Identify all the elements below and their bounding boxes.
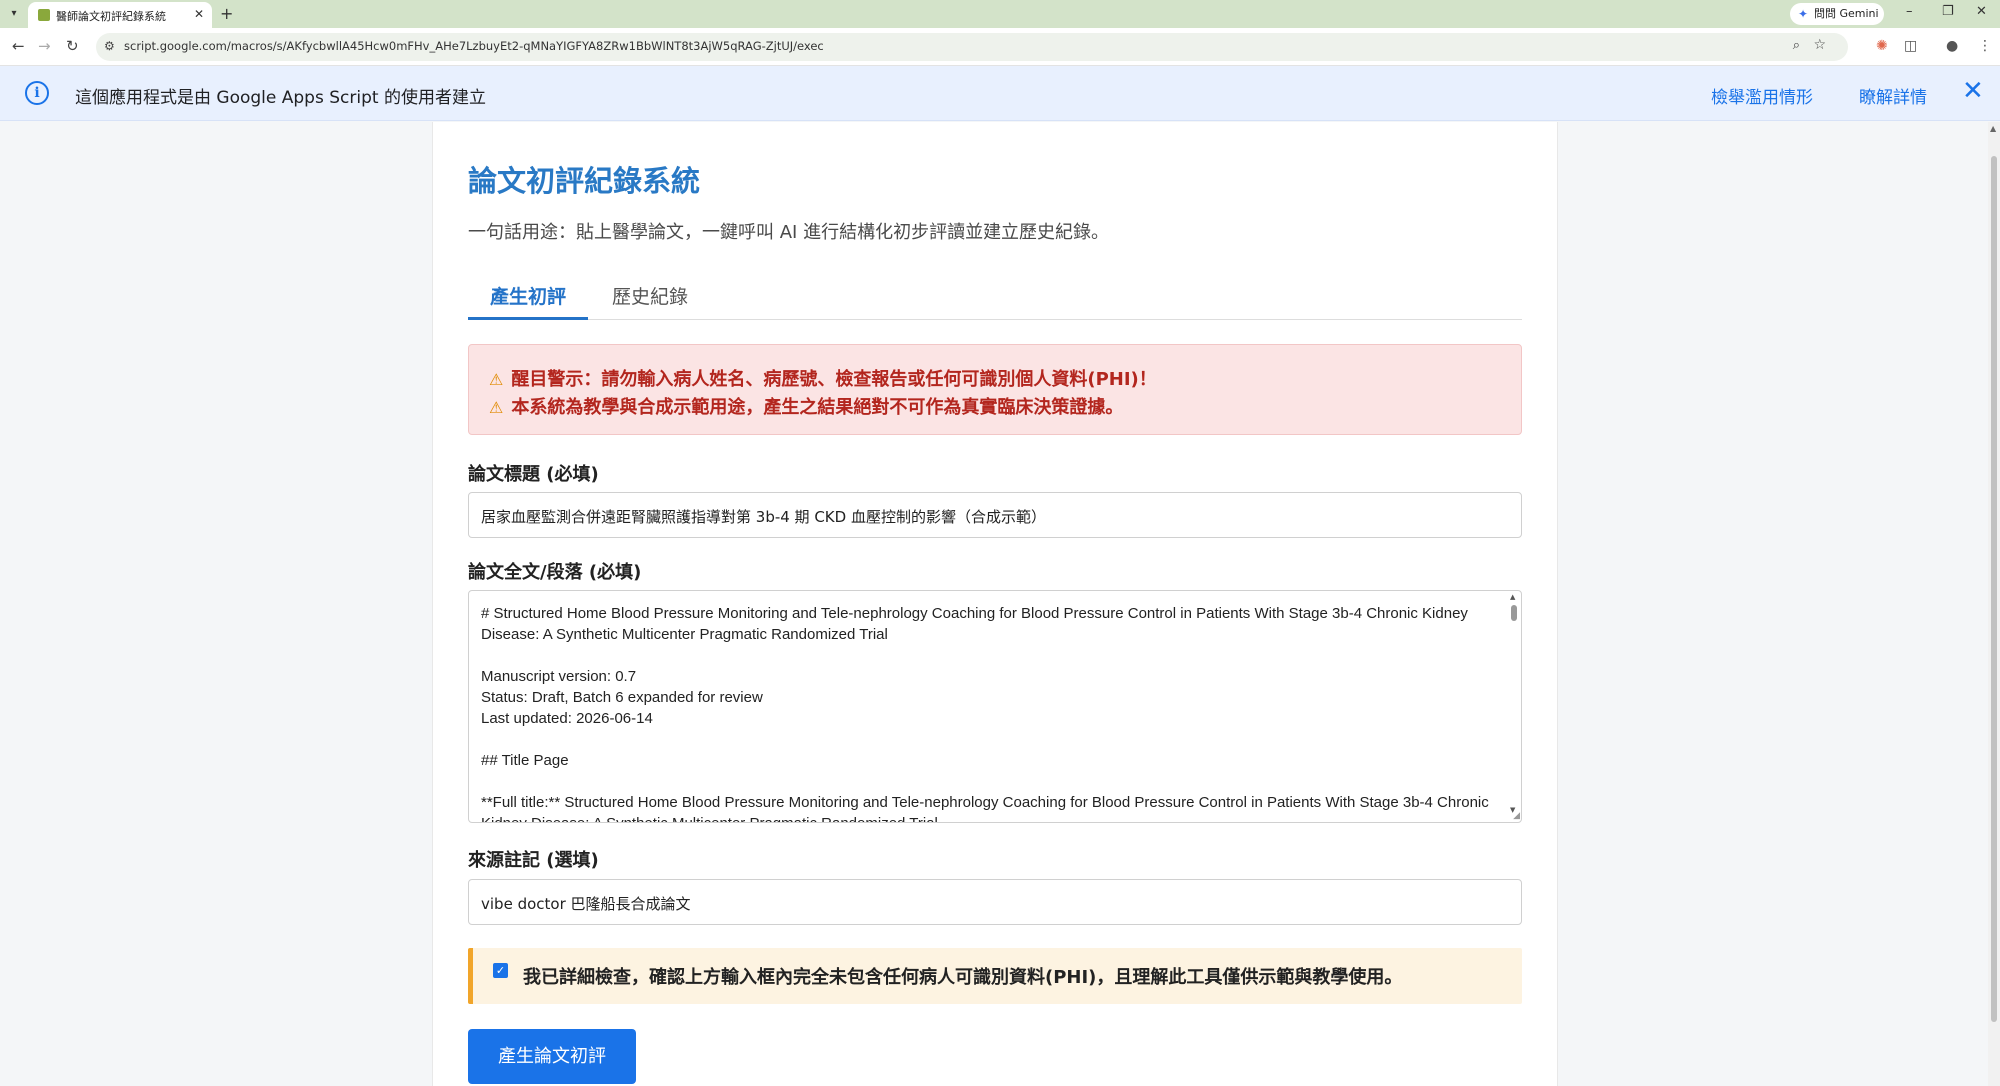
reload-icon[interactable]: ↻ bbox=[66, 37, 79, 55]
paper-body-textarea[interactable]: # Structured Home Blood Pressure Monitor… bbox=[468, 590, 1522, 823]
zoom-icon[interactable]: ⌕ bbox=[1793, 38, 1800, 53]
alert-line-text: 本系統為教學與合成示範用途，產生之結果絕對不可作為真實臨床決策證據。 bbox=[511, 397, 1124, 418]
forward-icon[interactable]: → bbox=[38, 37, 51, 55]
textarea-scrollbar[interactable]: ▲ ▼ bbox=[1509, 593, 1519, 820]
paper-title-input[interactable]: 居家血壓監測合併遠距腎臟照護指導對第 3b-4 期 CKD 血壓控制的影響（合成… bbox=[468, 492, 1522, 538]
browser-tab-strip: ▾ 醫師論文初評紀錄系統 ✕ + ✦ 問問 Gemini – ❐ ✕ bbox=[0, 0, 2000, 28]
page-tabs: 產生初評 歷史紀錄 bbox=[468, 272, 1522, 320]
address-url[interactable]: script.google.com/macros/s/AKfycbwllA45H… bbox=[124, 39, 824, 53]
report-abuse-link[interactable]: 檢舉濫用情形 bbox=[1711, 83, 1813, 108]
info-icon: i bbox=[25, 81, 49, 105]
restore-icon[interactable]: ❐ bbox=[1942, 4, 1954, 19]
profile-icon[interactable]: ● bbox=[1946, 38, 1958, 54]
page-scrollbar[interactable]: ▲ bbox=[1988, 122, 2000, 1086]
scroll-up-icon[interactable]: ▲ bbox=[1990, 124, 1996, 133]
gemini-spark-icon: ✦ bbox=[1798, 7, 1809, 21]
generate-review-button[interactable]: 產生論文初評 bbox=[468, 1029, 636, 1084]
phi-warning-alert: ⚠ 醒目警示：請勿輸入病人姓名、病歷號、檢查報告或任何可識別個人資料(PHI)！ … bbox=[468, 344, 1522, 435]
close-tab-icon[interactable]: ✕ bbox=[194, 7, 204, 21]
extension-icon[interactable]: ✺ bbox=[1876, 38, 1888, 54]
alert-line: ⚠ 醒目警示：請勿輸入病人姓名、病歷號、檢查報告或任何可識別個人資料(PHI)！ bbox=[489, 365, 1157, 391]
resize-grip-icon[interactable]: ◢ bbox=[1513, 811, 1520, 821]
phi-confirmation: ✓ 我已詳細檢查，確認上方輸入框內完全未包含任何病人可識別資料(PHI)，且理解… bbox=[468, 948, 1522, 1004]
paper-body-label: 論文全文/段落 (必填) bbox=[468, 562, 642, 583]
puzzle-icon[interactable]: ◫ bbox=[1904, 38, 1917, 54]
phi-confirm-text[interactable]: 我已詳細檢查，確認上方輸入框內完全未包含任何病人可識別資料(PHI)，且理解此工… bbox=[523, 963, 1402, 989]
site-info-icon[interactable]: ⚙ bbox=[104, 39, 115, 53]
scroll-up-icon[interactable]: ▲ bbox=[1510, 593, 1515, 601]
paper-body-text[interactable]: # Structured Home Blood Pressure Monitor… bbox=[481, 603, 1491, 822]
close-info-bar-icon[interactable]: ✕ bbox=[1962, 77, 1984, 105]
app-favicon-icon bbox=[38, 9, 50, 21]
warning-icon: ⚠ bbox=[489, 370, 504, 389]
gemini-button-label: 問問 Gemini bbox=[1814, 7, 1879, 20]
textarea-scrollbar-thumb[interactable] bbox=[1511, 605, 1517, 621]
alert-line: ⚠ 本系統為教學與合成示範用途，產生之結果絕對不可作為真實臨床決策證據。 bbox=[489, 393, 1123, 419]
address-bar[interactable]: ⚙ script.google.com/macros/s/AKfycbwllA4… bbox=[96, 33, 1848, 61]
phi-confirm-checkbox[interactable]: ✓ bbox=[493, 963, 508, 978]
active-tab-indicator bbox=[468, 317, 588, 320]
new-tab-icon[interactable]: + bbox=[220, 4, 233, 23]
browser-tab[interactable]: 醫師論文初評紀錄系統 ✕ bbox=[28, 2, 212, 28]
bookmark-star-icon[interactable]: ☆ bbox=[1813, 37, 1826, 53]
kebab-menu-icon[interactable]: ⋮ bbox=[1978, 38, 1992, 54]
page-subtitle: 一句話用途：貼上醫學論文，一鍵呼叫 AI 進行結構化初步評讀並建立歷史紀錄。 bbox=[468, 222, 1110, 243]
tab-history[interactable]: 歷史紀錄 bbox=[612, 282, 688, 309]
alert-line-text: 醒目警示：請勿輸入病人姓名、病歷號、檢查報告或任何可識別個人資料(PHI)！ bbox=[511, 369, 1157, 390]
browser-toolbar: ← → ↻ ⚙ script.google.com/macros/s/AKfyc… bbox=[0, 28, 2000, 66]
browser-tab-title: 醫師論文初評紀錄系統 bbox=[56, 10, 166, 23]
minimize-icon[interactable]: – bbox=[1906, 4, 1913, 19]
paper-title-label: 論文標題 (必填) bbox=[468, 464, 599, 485]
page-title: 論文初評紀錄系統 bbox=[468, 164, 701, 198]
tab-generate-review[interactable]: 產生初評 bbox=[490, 282, 566, 309]
info-bar-message: 這個應用程式是由 Google Apps Script 的使用者建立 bbox=[75, 88, 486, 108]
gemini-button[interactable]: ✦ 問問 Gemini bbox=[1790, 3, 1884, 25]
source-note-label: 來源註記 (選填) bbox=[468, 850, 599, 871]
warning-icon: ⚠ bbox=[489, 398, 504, 417]
close-window-icon[interactable]: ✕ bbox=[1976, 4, 1987, 19]
learn-more-link[interactable]: 瞭解詳情 bbox=[1859, 83, 1927, 108]
back-icon[interactable]: ← bbox=[12, 37, 25, 55]
source-note-input[interactable]: vibe doctor 巴隆船長合成論文 bbox=[468, 879, 1522, 925]
page-scrollbar-thumb[interactable] bbox=[1991, 156, 1997, 1022]
apps-script-info-bar: i 這個應用程式是由 Google Apps Script 的使用者建立 檢舉濫… bbox=[0, 66, 2000, 121]
tab-search-icon[interactable]: ▾ bbox=[6, 6, 22, 22]
